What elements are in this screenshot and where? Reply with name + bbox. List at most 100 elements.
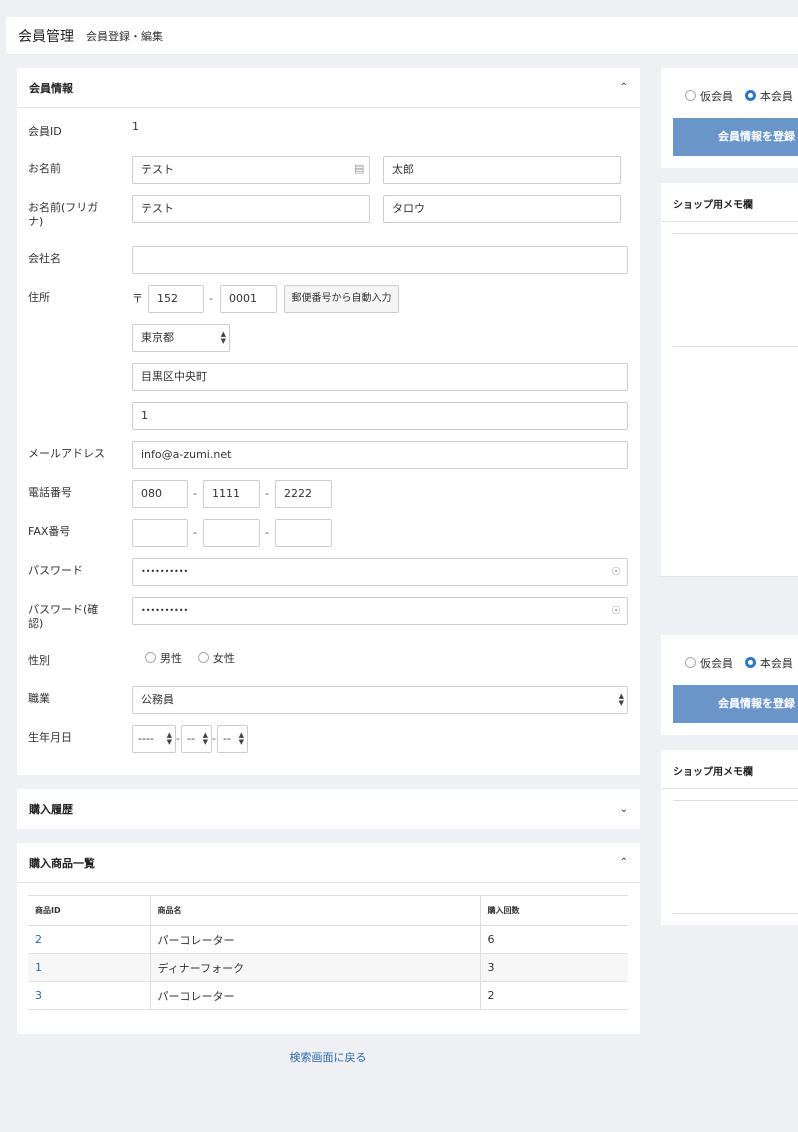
phone1-input[interactable]: 080: [132, 480, 188, 508]
label-member-id: 会員ID: [28, 125, 62, 138]
password-value: ••••••••••: [141, 567, 189, 576]
birth-month-select[interactable]: -- ▲ ▼: [181, 725, 212, 753]
column-header-product-id: 商品ID: [28, 895, 150, 926]
purchased-products-heading: 購入商品一覧: [29, 856, 95, 870]
table-row: 1 ディナーフォーク 3: [28, 953, 628, 982]
product-id-link[interactable]: 1: [28, 953, 150, 982]
label-password-confirm: パスワード(確認): [28, 603, 99, 630]
contact-card-icon: ▤: [354, 162, 365, 175]
last-kana-input[interactable]: テスト: [132, 195, 370, 223]
reveal-password-icon[interactable]: ☉: [611, 566, 621, 578]
sidebar-spacer-panel: [661, 358, 798, 577]
product-name-cell: ディナーフォーク: [149, 953, 480, 982]
status-card: 仮会員 本会員 会員情報を登録: [661, 68, 798, 168]
purchase-history-heading: 購入履歴: [29, 803, 73, 816]
page-title: 会員管理: [18, 28, 74, 45]
provisional-radio[interactable]: [685, 657, 696, 668]
fax-dash-2: -: [265, 526, 269, 539]
provisional-radio[interactable]: [685, 90, 696, 101]
prefecture-select[interactable]: 東京都 ▲ ▼: [132, 324, 230, 352]
reveal-password-confirm-icon[interactable]: ☉: [611, 605, 621, 617]
gender-male-radio[interactable]: [145, 652, 156, 663]
page-header: 会員管理 会員登録・編集: [6, 17, 798, 55]
gender-male-label: 男性: [160, 652, 182, 665]
first-kana-input[interactable]: タロウ: [383, 195, 621, 223]
table-header-row: 商品ID 商品名 購入回数: [28, 895, 628, 926]
address1-input[interactable]: 目黒区中央町: [132, 363, 628, 391]
shop-memo-title: ショップ用メモ欄: [673, 200, 753, 211]
purchased-products-table: 商品ID 商品名 購入回数 2 パーコレーター 6 1 ディナーフォーク 3 3…: [28, 895, 628, 1010]
product-id-link[interactable]: 3: [28, 981, 150, 1010]
chevron-up-icon[interactable]: ⌃: [620, 857, 628, 868]
shop-memo-textarea[interactable]: [673, 233, 798, 347]
fax1-input[interactable]: [132, 519, 188, 547]
shop-memo-card: ショップ用メモ欄: [661, 183, 798, 358]
label-password: パスワード: [28, 564, 83, 577]
purchase-history-card: 購入履歴 ⌄: [17, 789, 640, 829]
email-input[interactable]: info@a-zumi.net: [132, 441, 628, 469]
label-phone: 電話番号: [28, 486, 72, 499]
fax2-input[interactable]: [203, 519, 260, 547]
last-name-input[interactable]: テスト: [132, 156, 370, 184]
phone-dash-2: -: [265, 487, 269, 500]
column-header-purchase-count: 購入回数: [479, 895, 628, 926]
purchase-count-cell: 2: [479, 981, 628, 1010]
purchase-history-header[interactable]: 購入履歴 ⌄: [17, 789, 640, 829]
phone2-input[interactable]: 1111: [203, 480, 260, 508]
zip2-input[interactable]: 0001: [220, 285, 277, 313]
register-member-button[interactable]: 会員情報を登録: [673, 685, 798, 723]
zip1-input[interactable]: 152: [148, 285, 204, 313]
purchase-count-cell: 3: [479, 953, 628, 982]
member-label: 本会員: [759, 657, 793, 670]
fax3-input[interactable]: [275, 519, 332, 547]
birth-year-select[interactable]: ---- ▲ ▼: [132, 725, 176, 753]
phone3-input[interactable]: 2222: [275, 480, 332, 508]
product-id-link[interactable]: 2: [28, 925, 150, 954]
password-confirm-input[interactable]: •••••••••• ☉: [132, 597, 628, 625]
member-info-header[interactable]: 会員情報 ⌃: [17, 68, 640, 108]
gender-radio-group: 男性 女性: [145, 650, 247, 666]
company-input[interactable]: [132, 246, 628, 274]
chevron-down-icon[interactable]: ⌄: [620, 804, 628, 815]
label-birthday: 生年月日: [28, 731, 72, 744]
purchase-count-cell: 6: [479, 925, 628, 954]
job-select[interactable]: 公務員 ▲ ▼: [132, 686, 628, 714]
label-email: メールアドレス: [28, 447, 105, 460]
member-label: 本会員: [759, 90, 793, 103]
select-arrows-icon: ▲ ▼: [202, 731, 208, 746]
zip-autofill-button[interactable]: 郵便番号から自動入力: [284, 285, 399, 313]
member-radio[interactable]: [744, 657, 756, 668]
member-info-card: 会員情報 ⌃ 会員ID 1 お名前 テスト ▤ 太郎 お名前(フリガナ) テスト…: [17, 68, 640, 775]
gender-female-label: 女性: [212, 652, 235, 665]
postal-mark: 〒: [132, 292, 143, 305]
fax-dash-1: -: [193, 526, 197, 539]
birth-dash-1: -: [176, 732, 180, 745]
chevron-up-icon[interactable]: ⌃: [620, 82, 628, 93]
select-arrows-icon: ▲ ▼: [618, 692, 624, 707]
column-header-product-name: 商品名: [149, 895, 480, 926]
back-to-search-link[interactable]: 検索画面に戻る: [0, 1049, 656, 1065]
shop-memo-textarea[interactable]: [673, 800, 798, 914]
address2-input[interactable]: 1: [132, 402, 628, 430]
memo-divider: [661, 221, 798, 222]
register-member-button[interactable]: 会員情報を登録: [673, 118, 798, 156]
label-kana: お名前(フリガナ): [28, 201, 99, 228]
job-value: 公務員: [141, 693, 174, 706]
product-name-cell: パーコレーター: [149, 981, 480, 1010]
status-radio-group: 仮会員 本会員: [685, 88, 798, 104]
gender-female-radio[interactable]: [197, 652, 209, 663]
first-name-input[interactable]: 太郎: [383, 156, 621, 184]
birth-day-select[interactable]: -- ▲ ▼: [217, 725, 248, 753]
table-row: 3 パーコレーター 2: [28, 981, 628, 1010]
member-radio[interactable]: [744, 90, 756, 101]
birth-month-value: --: [187, 732, 195, 745]
label-fax: FAX番号: [28, 525, 71, 538]
zip-dash: -: [209, 292, 213, 305]
label-job: 職業: [28, 692, 50, 705]
password-input[interactable]: •••••••••• ☉: [132, 558, 628, 586]
select-arrows-icon: ▲ ▼: [220, 330, 226, 345]
purchased-products-header[interactable]: 購入商品一覧 ⌃: [17, 843, 640, 883]
phone-dash-1: -: [193, 487, 197, 500]
label-name: お名前: [28, 162, 61, 175]
prefecture-value: 東京都: [141, 331, 174, 344]
